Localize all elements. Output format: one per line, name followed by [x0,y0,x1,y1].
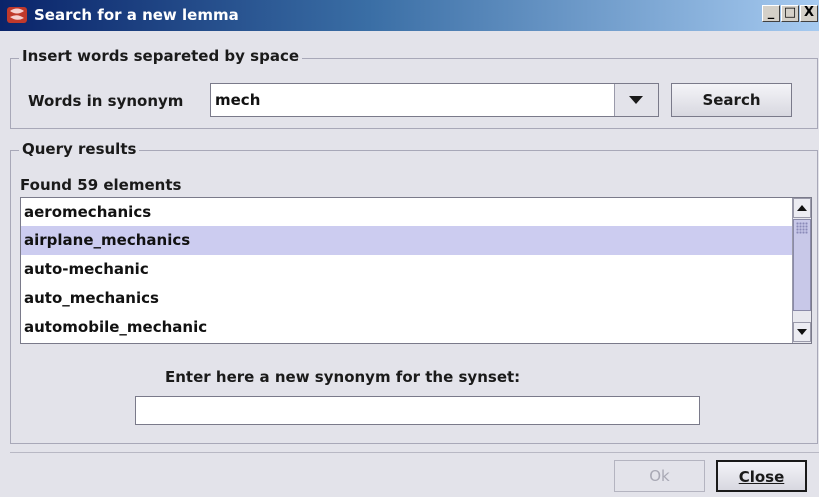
arrow-up-icon [797,205,807,211]
list-item-label: aeromechanics [24,203,152,221]
maximize-button[interactable]: □ [781,5,799,22]
footer-divider [10,452,819,453]
list-item[interactable]: auto_mechanics [21,284,792,313]
title-bar[interactable]: Search for a new lemma _ □ X [0,0,819,31]
minimize-button[interactable]: _ [762,5,780,22]
list-item-label: auto-mechanic [24,260,149,278]
synonym-prompt: Enter here a new synonym for the synset: [165,368,521,386]
words-combobox[interactable]: mech [210,83,659,117]
search-lemma-dialog: Search for a new lemma _ □ X Insert word… [0,0,819,497]
close-button-label: Close [738,468,785,486]
grip-icon [796,222,808,234]
list-item-label: auto_mechanics [24,289,159,307]
list-item-label: automobile_mechanic [24,318,208,336]
scroll-down-button[interactable] [793,322,811,342]
list-item-label: airplane_mechanics [24,231,191,249]
new-synonym-input[interactable] [135,396,700,425]
search-button[interactable]: Search [671,83,792,117]
app-icon [7,7,27,23]
results-scrollbar[interactable] [792,198,811,343]
scroll-up-button[interactable] [793,198,811,218]
list-item[interactable]: automobile_mechanic [21,313,792,342]
scroll-thumb[interactable] [793,219,811,311]
arrow-down-icon [797,329,807,335]
results-count: Found 59 elements [20,176,182,194]
results-group-legend: Query results [19,140,140,158]
window-title: Search for a new lemma [34,6,239,24]
results-list[interactable]: aeromechanics airplane_mechanics auto-me… [20,197,812,344]
close-button[interactable]: Close [716,460,807,492]
combo-dropdown-button[interactable] [614,84,658,116]
search-group-legend: Insert words separeted by space [19,47,303,65]
chevron-down-icon [629,96,643,104]
ok-button[interactable]: Ok [614,460,705,492]
words-input-value[interactable]: mech [215,91,260,109]
list-item-selected[interactable]: airplane_mechanics [21,226,792,255]
close-window-button[interactable]: X [800,5,818,22]
list-item[interactable]: aeromechanics [21,198,792,227]
list-item[interactable]: auto-mechanic [21,255,792,284]
words-field-label: Words in synonym [28,92,184,110]
